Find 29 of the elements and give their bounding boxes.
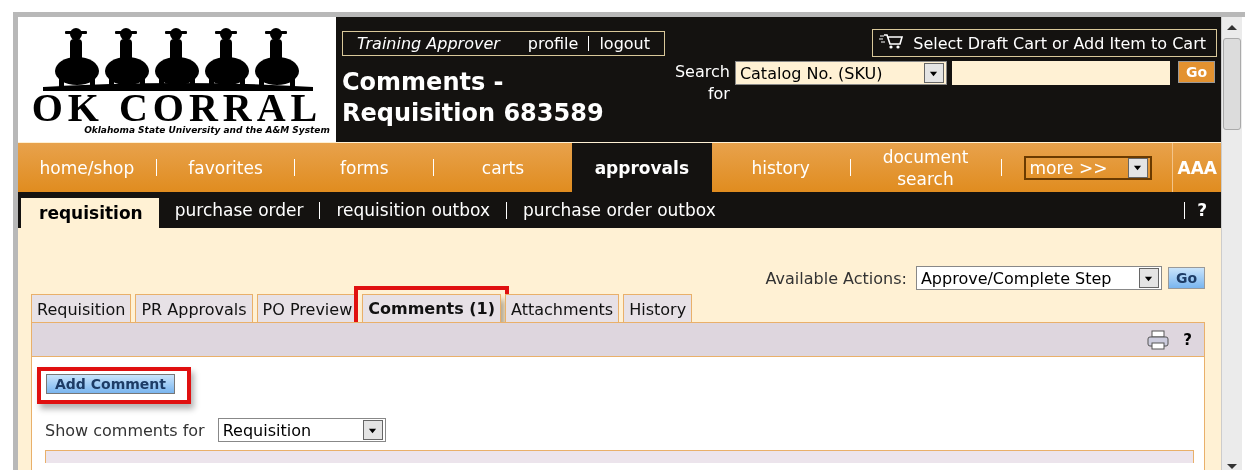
search-type-dropdown[interactable]: Catalog No. (SKU)	[734, 61, 947, 85]
header-link[interactable]: profile	[527, 33, 579, 53]
go-button[interactable]: Go	[1167, 267, 1205, 289]
subnav-tab[interactable]: purchase order outbox	[506, 200, 732, 220]
comments-for-dropdown[interactable]: Requisition	[217, 418, 386, 442]
help-link[interactable]: ?	[1183, 330, 1192, 349]
tab[interactable]: Attachments	[505, 294, 620, 322]
page-title: Comments - Requisition 683589	[342, 67, 604, 129]
logo-title: OK CORRAL	[31, 91, 323, 125]
subnav-tab[interactable]: purchase order	[158, 200, 320, 220]
user-role: Training Approver	[357, 33, 500, 53]
print-icon[interactable]	[1147, 329, 1170, 350]
scrollbar[interactable]	[1221, 17, 1242, 470]
tab[interactable]: History	[623, 294, 693, 322]
nav-tab[interactable]: approvals	[571, 143, 712, 192]
tab[interactable]: PR Approvals	[135, 294, 253, 322]
actions-dropdown[interactable]: Approve/Complete Step	[915, 266, 1162, 290]
add-comment-button[interactable]: Add Comment	[46, 374, 175, 394]
tab[interactable]: Requisition	[31, 294, 132, 322]
header-link[interactable]: logout	[599, 33, 650, 53]
show-comments-label: Show comments for	[45, 420, 205, 440]
subnav-tab[interactable]: requisition	[21, 198, 159, 228]
subnav-tab[interactable]: requisition outbox	[320, 200, 506, 220]
cart-button[interactable]: Select Draft Cart or Add Item to Cart	[872, 29, 1217, 57]
help-link[interactable]: ?	[1185, 200, 1221, 220]
search-label: Search for	[673, 61, 730, 105]
logo-subtitle: Oklahoma State University and the A&M System	[84, 125, 330, 135]
search-field[interactable]	[951, 61, 1170, 85]
actions-label: Available Actions:	[765, 268, 907, 288]
